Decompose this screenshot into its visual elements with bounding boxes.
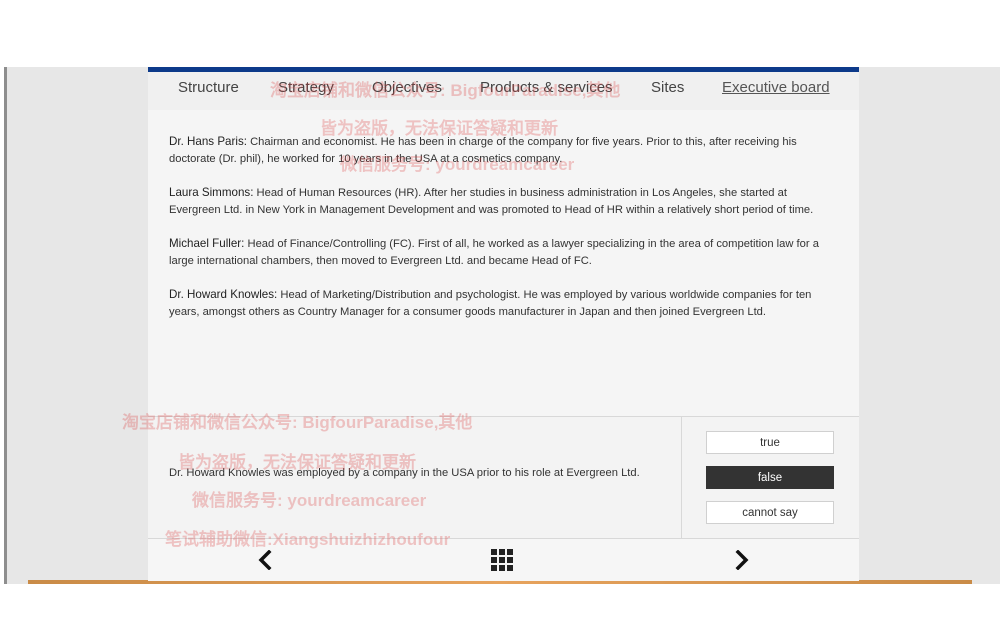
menu-button[interactable] <box>488 547 516 573</box>
test-panel: Structure Strategy Objectives Products &… <box>148 67 859 581</box>
board-member-name: Laura Simmons: <box>169 186 254 199</box>
chevron-left-icon <box>258 550 272 570</box>
grid-icon <box>491 549 513 571</box>
next-button[interactable] <box>728 547 756 573</box>
question-section: Dr. Howard Knowles was employed by a com… <box>148 416 859 539</box>
tab-objectives[interactable]: Objectives <box>372 79 442 96</box>
board-member-paragraph: Michael Fuller: Head of Finance/Controll… <box>169 235 841 270</box>
tab-executive-board[interactable]: Executive board <box>722 79 830 96</box>
navigation-bar <box>148 538 859 581</box>
board-member-description: Head of Finance/Controlling (FC). First … <box>169 238 819 267</box>
executive-board-text: Dr. Hans Paris: Chairman and economist. … <box>169 133 841 337</box>
board-member-name: Dr. Hans Paris: <box>169 135 247 148</box>
tab-products-services[interactable]: Products & services <box>480 79 613 96</box>
board-member-description: Chairman and economist. He has been in c… <box>169 136 797 165</box>
question-statement: Dr. Howard Knowles was employed by a com… <box>169 467 640 479</box>
board-member-paragraph: Laura Simmons: Head of Human Resources (… <box>169 184 841 219</box>
question-divider <box>681 417 682 539</box>
chevron-right-icon <box>735 550 749 570</box>
board-member-name: Dr. Howard Knowles: <box>169 288 278 301</box>
tab-strategy[interactable]: Strategy <box>278 79 334 96</box>
previous-button[interactable] <box>251 547 279 573</box>
board-member-paragraph: Dr. Howard Knowles: Head of Marketing/Di… <box>169 286 841 321</box>
answer-cannot-say-button[interactable]: cannot say <box>706 501 834 524</box>
board-member-description: Head of Human Resources (HR). After her … <box>169 187 814 216</box>
board-member-paragraph: Dr. Hans Paris: Chairman and economist. … <box>169 133 841 168</box>
tab-sites[interactable]: Sites <box>651 79 684 96</box>
answer-true-button[interactable]: true <box>706 431 834 454</box>
tab-structure[interactable]: Structure <box>178 79 239 96</box>
tab-bar: Structure Strategy Objectives Products &… <box>148 72 859 110</box>
board-member-name: Michael Fuller: <box>169 237 245 250</box>
answer-false-button[interactable]: false <box>706 466 834 489</box>
window-edge <box>4 67 7 584</box>
